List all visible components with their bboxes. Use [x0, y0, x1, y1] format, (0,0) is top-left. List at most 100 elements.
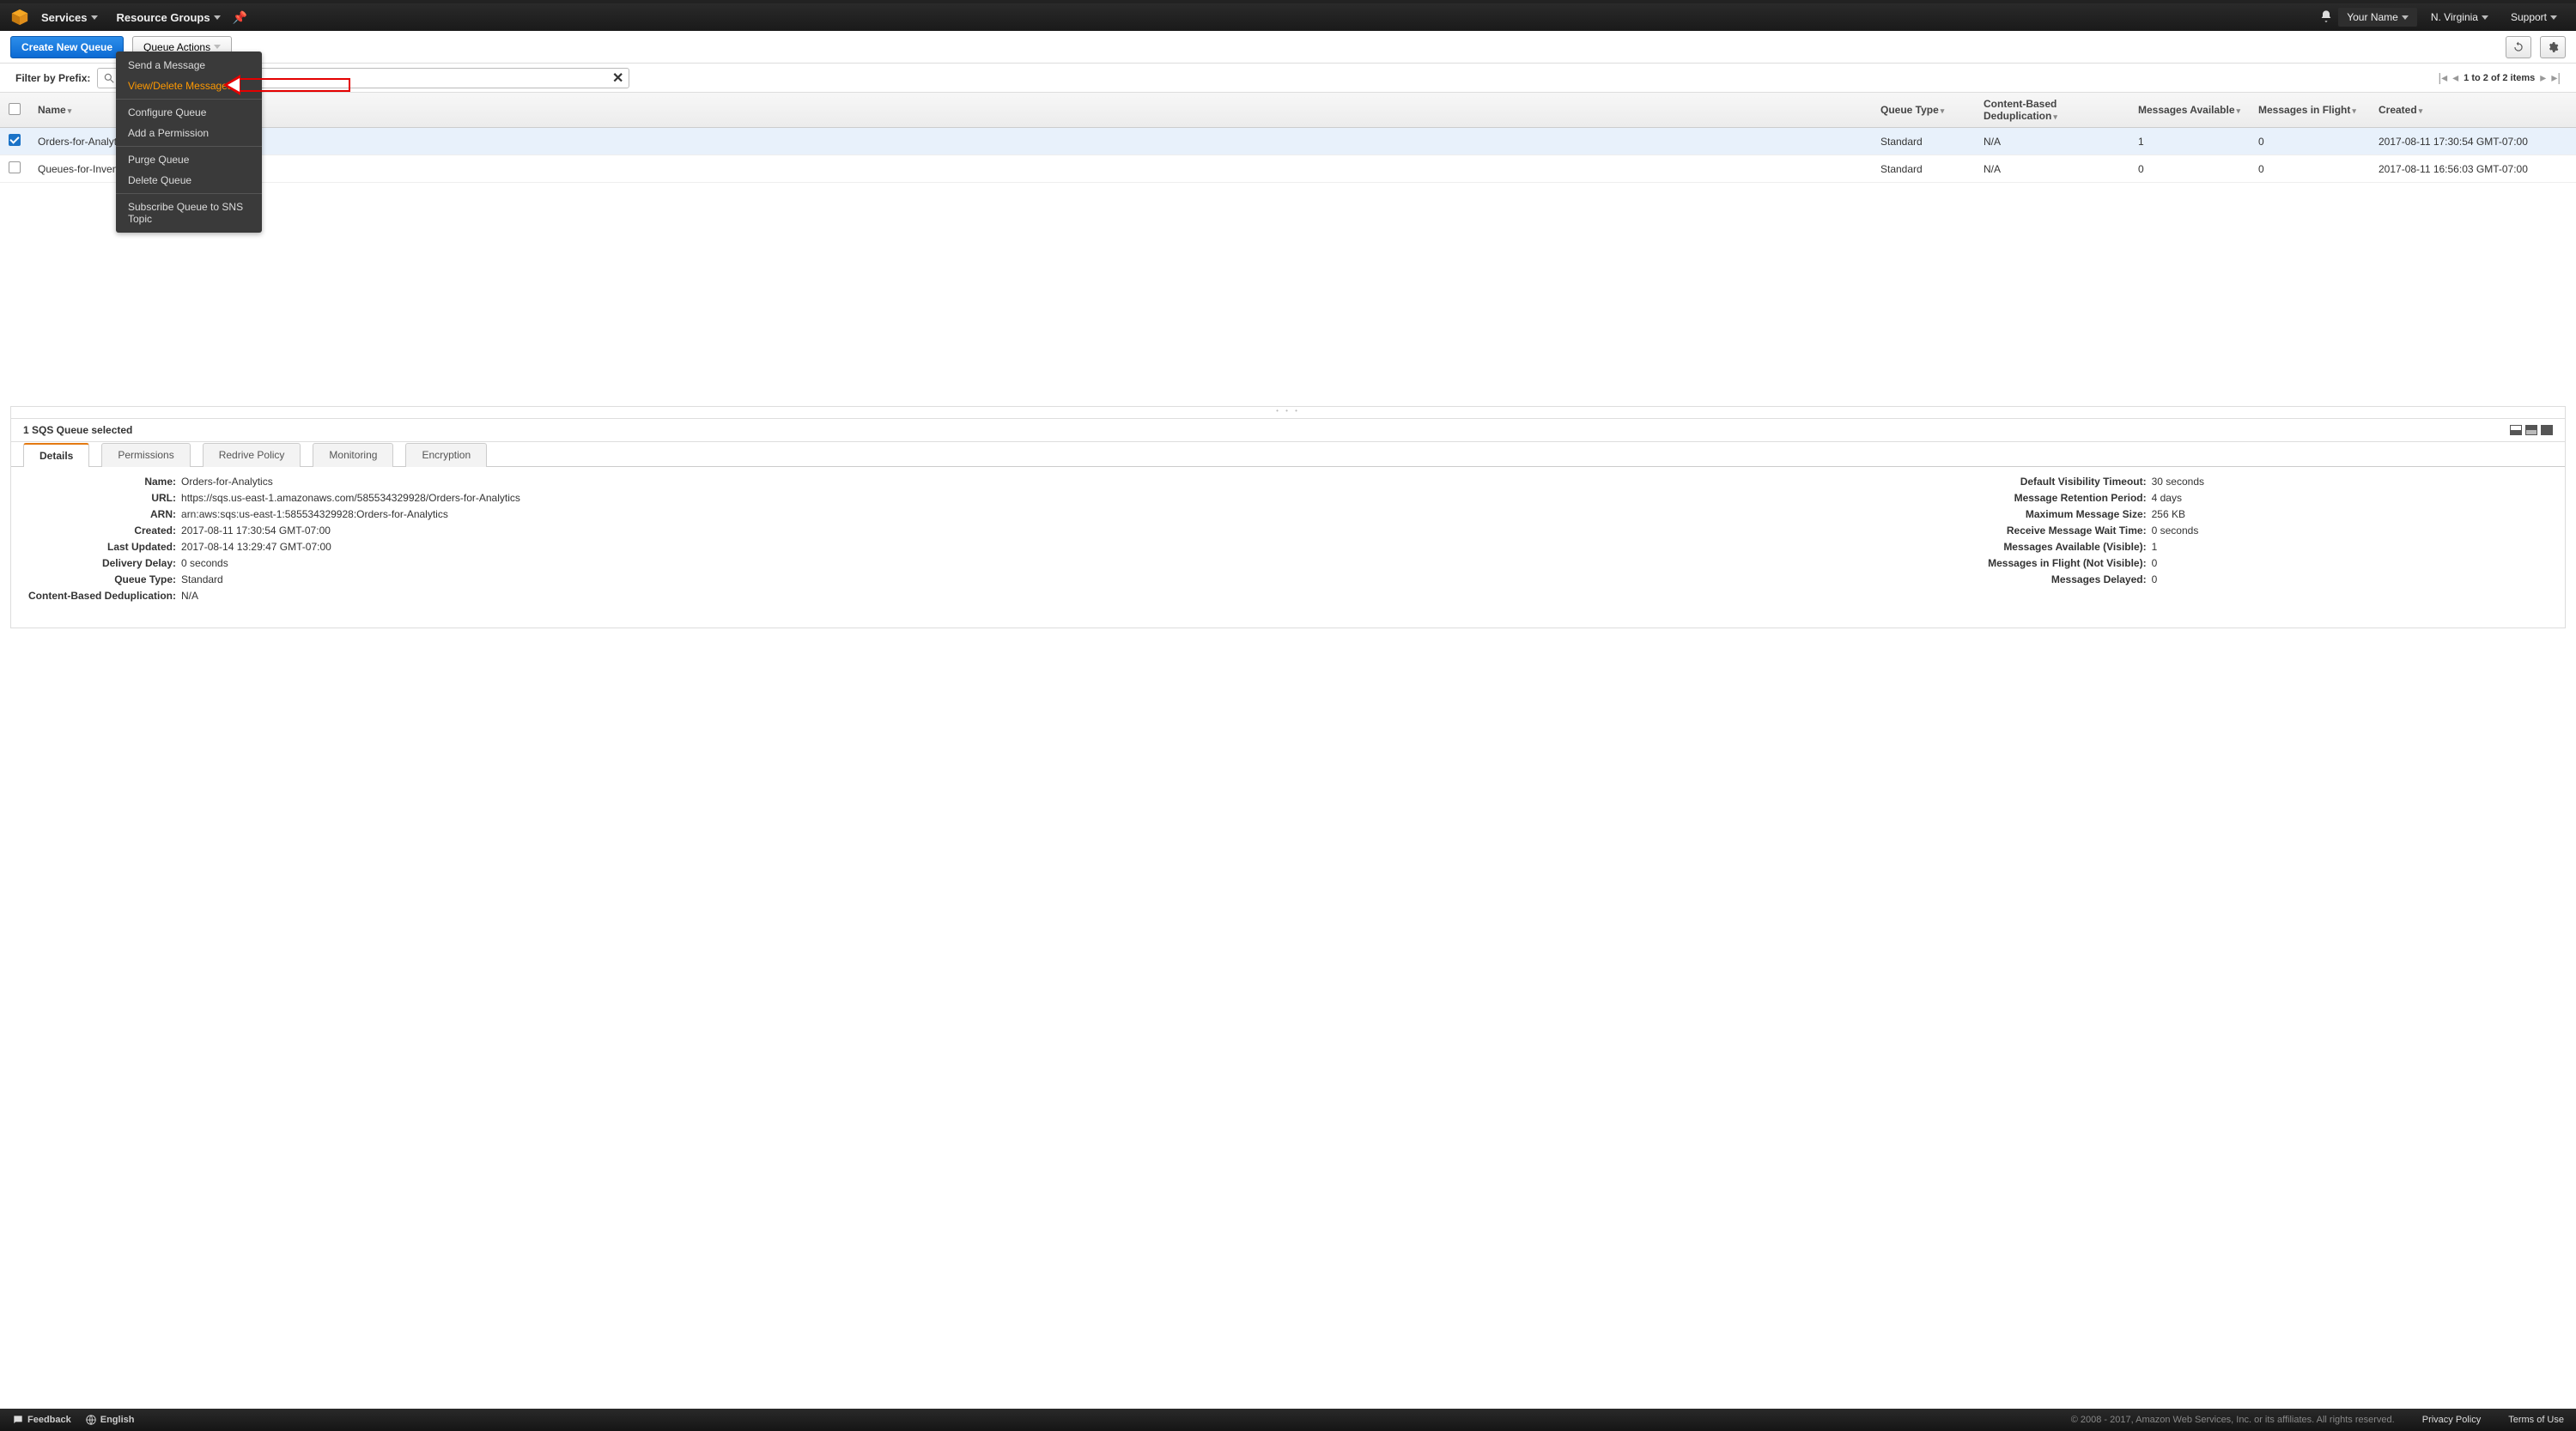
tab-permissions[interactable]: Permissions [101, 443, 190, 467]
cell-created: 2017-08-11 16:56:03 GMT-07:00 [2370, 155, 2576, 183]
cell-inflight: 0 [2250, 128, 2370, 155]
row-checkbox[interactable] [9, 161, 21, 173]
page-next-icon[interactable]: ▸ [2540, 70, 2546, 85]
cell-type: Standard [1872, 128, 1975, 155]
detail-key: Maximum Message Size: [1988, 508, 2146, 520]
privacy-link[interactable]: Privacy Policy [2422, 1415, 2481, 1425]
queues-table: Name▾ Queue Type▾ Content-Based Deduplic… [0, 93, 2576, 183]
nav-resource-groups[interactable]: Resource Groups [110, 8, 228, 27]
detail-key: Messages in Flight (Not Visible): [1988, 557, 2146, 569]
detail-key: URL: [28, 492, 176, 504]
detail-key: Messages Available (Visible): [1988, 541, 2146, 553]
pagination: |◂ ◂ 1 to 2 of 2 items ▸ ▸| [2438, 70, 2561, 85]
search-icon [103, 72, 115, 84]
detail-value: 256 KB [2152, 508, 2204, 520]
col-type[interactable]: Queue Type▾ [1872, 93, 1975, 128]
detail-key: Queue Type: [28, 573, 176, 585]
page-prev-icon[interactable]: ◂ [2452, 70, 2458, 85]
cell-created: 2017-08-11 17:30:54 GMT-07:00 [2370, 128, 2576, 155]
col-name[interactable]: Name▾ [29, 93, 1872, 128]
detail-key: Messages Delayed: [1988, 573, 2146, 585]
col-created[interactable]: Created▾ [2370, 93, 2576, 128]
page-last-icon[interactable]: ▸| [2551, 70, 2561, 85]
cell-name: Queues-for-Invento [29, 155, 1872, 183]
pin-icon[interactable]: 📌 [233, 10, 247, 25]
detail-value: 4 days [2152, 492, 2204, 504]
chevron-down-icon [2482, 15, 2488, 20]
detail-header: 1 SQS Queue selected [11, 419, 2565, 442]
global-nav: Services Resource Groups 📌 Your Name N. … [0, 0, 2576, 31]
menu-send-message[interactable]: Send a Message [116, 55, 262, 76]
select-all-checkbox[interactable] [9, 103, 21, 115]
filter-bar: Filter by Prefix: ✕ |◂ ◂ 1 to 2 of 2 ite… [0, 64, 2576, 93]
detail-key: Name: [28, 476, 176, 488]
cell-type: Standard [1872, 155, 1975, 183]
clear-filter-icon[interactable]: ✕ [612, 70, 623, 87]
aws-logo-icon[interactable] [10, 8, 29, 27]
table-row[interactable]: Orders-for-Analytics Standard N/A 1 0 20… [0, 128, 2576, 155]
notifications-icon[interactable] [2319, 9, 2333, 26]
detail-tabs: Details Permissions Redrive Policy Monit… [11, 442, 2565, 467]
detail-key: Last Updated: [28, 541, 176, 553]
detail-value: arn:aws:sqs:us-east-1:585534329928:Order… [181, 508, 520, 520]
nav-region[interactable]: N. Virginia [2422, 8, 2497, 27]
cell-inflight: 0 [2250, 155, 2370, 183]
menu-add-permission[interactable]: Add a Permission [116, 123, 262, 143]
menu-view-delete-messages[interactable]: View/Delete Messages [116, 76, 262, 96]
detail-value: 2017-08-11 17:30:54 GMT-07:00 [181, 524, 520, 537]
detail-value: 1 [2152, 541, 2204, 553]
queue-actions-menu: Send a Message View/Delete Messages Conf… [116, 52, 262, 233]
layout-bottom-icon[interactable] [2510, 425, 2522, 435]
nav-account[interactable]: Your Name [2338, 8, 2417, 27]
feedback-link[interactable]: Feedback [12, 1414, 71, 1426]
tab-redrive[interactable]: Redrive Policy [203, 443, 301, 467]
page-first-icon[interactable]: |◂ [2438, 70, 2447, 85]
detail-value: N/A [181, 590, 520, 602]
col-dedup[interactable]: Content-Based Deduplication▾ [1975, 93, 2129, 128]
layout-full-icon[interactable] [2541, 425, 2553, 435]
copyright-text: © 2008 - 2017, Amazon Web Services, Inc.… [2071, 1415, 2395, 1425]
detail-value: 2017-08-14 13:29:47 GMT-07:00 [181, 541, 520, 553]
cell-name: Orders-for-Analytics [29, 128, 1872, 155]
row-checkbox[interactable] [9, 134, 21, 146]
action-toolbar: Create New Queue Queue Actions [0, 31, 2576, 64]
detail-key: Default Visibility Timeout: [1988, 476, 2146, 488]
detail-key: Receive Message Wait Time: [1988, 524, 2146, 537]
terms-link[interactable]: Terms of Use [2508, 1415, 2564, 1425]
menu-subscribe-sns[interactable]: Subscribe Queue to SNS Topic [116, 197, 262, 229]
menu-delete-queue[interactable]: Delete Queue [116, 170, 262, 191]
tab-encryption[interactable]: Encryption [405, 443, 487, 467]
detail-value: Standard [181, 573, 520, 585]
detail-key: Delivery Delay: [28, 557, 176, 569]
col-avail[interactable]: Messages Available▾ [2129, 93, 2250, 128]
detail-key: ARN: [28, 508, 176, 520]
detail-value: Orders-for-Analytics [181, 476, 520, 488]
language-selector[interactable]: English [85, 1414, 135, 1426]
tab-monitoring[interactable]: Monitoring [313, 443, 393, 467]
table-row[interactable]: Queues-for-Invento Standard N/A 0 0 2017… [0, 155, 2576, 183]
detail-value: 30 seconds [2152, 476, 2204, 488]
col-inflight[interactable]: Messages in Flight▾ [2250, 93, 2370, 128]
settings-button[interactable] [2540, 36, 2566, 58]
detail-key: Message Retention Period: [1988, 492, 2146, 504]
cell-avail: 0 [2129, 155, 2250, 183]
nav-services[interactable]: Services [34, 8, 105, 27]
refresh-button[interactable] [2506, 36, 2531, 58]
split-handle[interactable]: • • • [11, 407, 2565, 419]
chevron-down-icon [91, 15, 98, 20]
detail-value: 0 seconds [2152, 524, 2204, 537]
detail-key: Content-Based Deduplication: [28, 590, 176, 602]
chevron-down-icon [2402, 15, 2409, 20]
menu-configure-queue[interactable]: Configure Queue [116, 102, 262, 123]
create-queue-button[interactable]: Create New Queue [10, 36, 124, 58]
details-body: Name: Orders-for-Analytics URL: https://sqs… [11, 467, 2565, 628]
cell-avail: 1 [2129, 128, 2250, 155]
tab-details[interactable]: Details [23, 443, 89, 467]
layout-split-icon[interactable] [2525, 425, 2537, 435]
chevron-down-icon [214, 45, 221, 49]
detail-value: https://sqs.us-east-1.amazonaws.com/5855… [181, 492, 520, 504]
nav-support[interactable]: Support [2502, 8, 2566, 27]
global-footer: Feedback English © 2008 - 2017, Amazon W… [0, 1409, 2576, 1431]
cell-dedup: N/A [1975, 155, 2129, 183]
menu-purge-queue[interactable]: Purge Queue [116, 149, 262, 170]
